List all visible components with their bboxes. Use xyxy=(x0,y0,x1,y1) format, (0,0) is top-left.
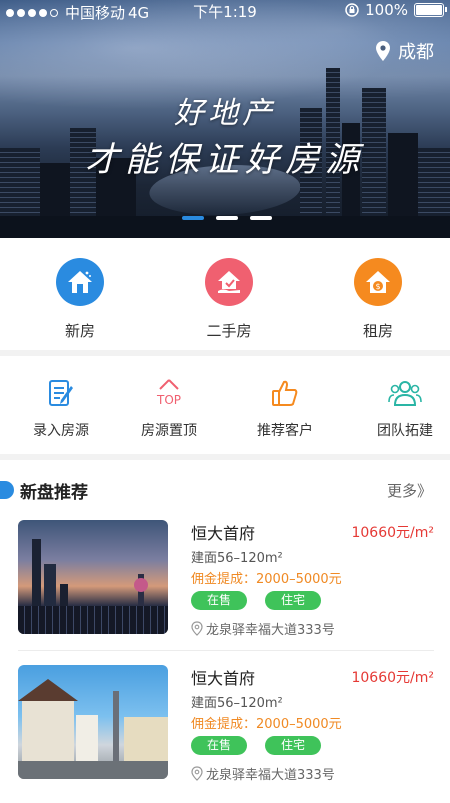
tool-label: 推荐客户 xyxy=(257,423,313,439)
category-new-house[interactable]: 新房 xyxy=(30,258,130,341)
status-badge: 在售 xyxy=(191,591,247,610)
hand-house-icon xyxy=(205,258,253,306)
tool-recommend-client[interactable]: 推荐客户 xyxy=(230,376,340,440)
tool-label: 录入房源 xyxy=(33,423,89,439)
more-link[interactable]: 更多》 xyxy=(387,480,432,501)
svg-text:$: $ xyxy=(375,282,380,291)
main-categories: 新房 二手房 $ 租房 xyxy=(0,238,450,350)
address-text: 龙泉驿幸福大道333号 xyxy=(206,768,335,783)
listing-name: 恒大首府 xyxy=(191,669,256,688)
battery-icon xyxy=(414,3,447,17)
banner-slogan-line2: 才能保证好房源 xyxy=(85,140,365,180)
section-separator xyxy=(0,454,450,460)
location-pin-icon xyxy=(376,41,390,61)
listing-commission: 佣金提成：2000–5000元 xyxy=(191,717,342,732)
listing-address: 龙泉驿幸福大道333号 xyxy=(191,619,335,638)
type-badge: 住宅 xyxy=(265,736,321,755)
house-icon xyxy=(56,258,104,306)
tool-shortcuts: 录入房源 TOP 房源置顶 推荐客户 团队拓建 xyxy=(0,356,450,454)
listing-area: 建面56–120m² xyxy=(191,551,283,566)
category-second-hand[interactable]: 二手房 xyxy=(179,258,279,341)
hero-banner[interactable]: 中国移动 4G 下午1:19 100% 成都 好地产 才能保证好房源 xyxy=(0,0,450,238)
listing-photo xyxy=(18,520,168,634)
location-pin-icon xyxy=(191,766,203,781)
tool-team-expand[interactable]: 团队拓建 xyxy=(350,376,450,440)
status-badge: 在售 xyxy=(191,736,247,755)
listing-commission: 佣金提成：2000–5000元 xyxy=(191,572,342,587)
banner-indicator[interactable] xyxy=(182,216,204,220)
type-badge: 住宅 xyxy=(265,591,321,610)
banner-indicators xyxy=(182,216,272,220)
section-title: 新盘推荐 xyxy=(20,483,88,503)
tool-pin-top[interactable]: TOP 房源置顶 xyxy=(114,376,224,440)
top-icon: TOP xyxy=(114,376,224,410)
list-divider xyxy=(18,650,434,651)
thumbs-up-icon xyxy=(230,376,340,410)
listing-area: 建面56–120m² xyxy=(191,696,283,711)
location-selector[interactable]: 成都 xyxy=(376,38,434,64)
listing-address: 龙泉驿幸福大道333号 xyxy=(191,764,335,783)
banner-indicator[interactable] xyxy=(250,216,272,220)
section-accent-bar xyxy=(0,481,14,499)
edit-document-icon xyxy=(6,376,116,410)
tool-add-listing[interactable]: 录入房源 xyxy=(6,376,116,440)
team-icon xyxy=(350,376,450,410)
listing-card[interactable]: 恒大首府 10660元/m² 建面56–120m² 佣金提成：2000–5000… xyxy=(0,520,450,658)
address-text: 龙泉驿幸福大道333号 xyxy=(206,623,335,638)
svg-text:TOP: TOP xyxy=(156,393,181,407)
location-pin-icon xyxy=(191,621,203,636)
status-bar: 中国移动 4G 下午1:19 100% xyxy=(0,0,450,22)
category-label: 租房 xyxy=(362,322,393,340)
banner-slogan-line1: 好地产 xyxy=(174,96,276,131)
banner-indicator[interactable] xyxy=(216,216,238,220)
listing-card[interactable]: 恒大首府 10660元/m² 建面56–120m² 佣金提成：2000–5000… xyxy=(0,665,450,803)
listing-price: 10660元/m² xyxy=(351,525,434,541)
location-city: 成都 xyxy=(398,42,434,63)
rotation-lock-icon xyxy=(345,3,359,17)
listing-photo xyxy=(18,665,168,779)
listing-tags: 在售 住宅 xyxy=(191,736,321,755)
listing-name: 恒大首府 xyxy=(191,524,256,543)
category-rent[interactable]: $ 租房 xyxy=(328,258,428,341)
battery-percent: 100% xyxy=(365,1,408,19)
tool-label: 团队拓建 xyxy=(377,423,433,439)
listing-price: 10660元/m² xyxy=(351,670,434,686)
new-listings-header: 新盘推荐 更多》 xyxy=(0,476,450,504)
listing-tags: 在售 住宅 xyxy=(191,591,321,610)
category-label: 二手房 xyxy=(206,322,252,340)
rent-house-icon: $ xyxy=(354,258,402,306)
category-label: 新房 xyxy=(64,322,95,340)
tool-label: 房源置顶 xyxy=(141,423,197,439)
